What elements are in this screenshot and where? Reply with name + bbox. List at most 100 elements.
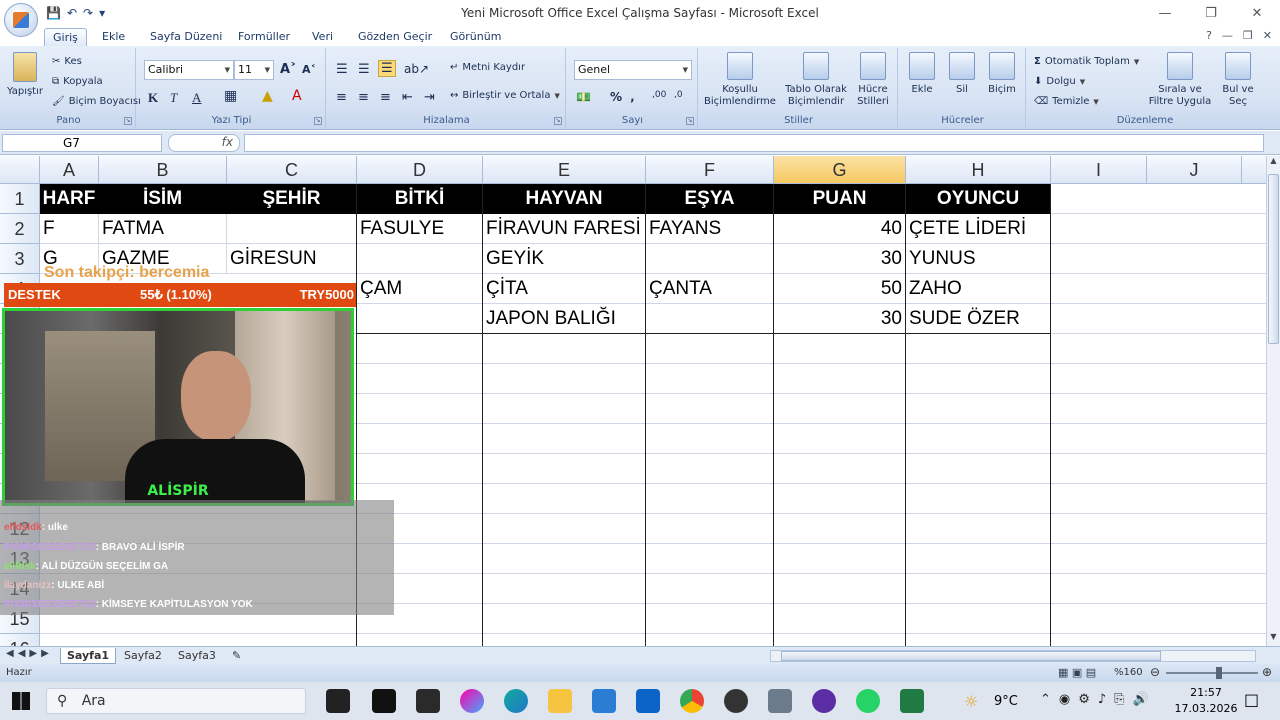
table-cell[interactable]	[646, 244, 774, 274]
tab-sayfa-duzeni[interactable]: Sayfa Düzeni	[142, 28, 230, 46]
tab-gozden-gecir[interactable]: Gözden Geçir	[350, 28, 440, 46]
tab-formuller[interactable]: Formüller	[230, 28, 298, 46]
shrink-font-icon[interactable]: A˂	[302, 63, 316, 76]
table-cell[interactable]: ZAHO	[906, 274, 1051, 304]
align-left-icon[interactable]: ≡	[336, 90, 347, 105]
column-header[interactable]: J	[1147, 156, 1242, 184]
restore-icon[interactable]: ❐	[1188, 0, 1234, 26]
table-header-cell[interactable]: HARF	[40, 184, 99, 214]
select-all-corner[interactable]	[0, 156, 40, 184]
horizontal-scrollbar[interactable]	[770, 650, 1256, 662]
close-icon[interactable]: ✕	[1234, 0, 1280, 26]
new-sheet-icon[interactable]: ✎	[226, 648, 247, 664]
sheet-tab-sayfa3[interactable]: Sayfa3	[172, 648, 222, 664]
percent-icon[interactable]: %	[610, 90, 622, 104]
underline-icon[interactable]: A	[192, 90, 201, 106]
column-header[interactable]	[1242, 156, 1266, 184]
formula-input[interactable]	[244, 134, 1264, 152]
table-cell[interactable]: ÇİTA	[483, 274, 646, 304]
clock-date[interactable]: 17.03.2026	[1172, 702, 1240, 715]
table-header-cell[interactable]: PUAN	[774, 184, 906, 214]
row-header[interactable]: 2	[0, 214, 40, 244]
dialog-launcher-icon[interactable]: ↘	[554, 117, 562, 125]
table-cell[interactable]: 30	[774, 244, 906, 274]
help-icon[interactable]: ?	[1206, 29, 1212, 42]
tab-ekle[interactable]: Ekle	[94, 28, 133, 46]
font-name-select[interactable]: Calibri ▼	[144, 60, 234, 80]
taskbar-search[interactable]: ⚲ Ara	[46, 688, 306, 714]
zoom-slider-thumb[interactable]	[1216, 667, 1222, 679]
table-cell[interactable]: 50	[774, 274, 906, 304]
column-header[interactable]: A	[40, 156, 99, 184]
format-as-table-button[interactable]: Tablo Olarak Biçimlendir	[780, 52, 852, 108]
table-cell[interactable]: ÇETE LİDERİ	[906, 214, 1051, 244]
table-cell[interactable]: GEYİK	[483, 244, 646, 274]
table-cell[interactable]: FASULYE	[357, 214, 483, 244]
find-select-button[interactable]: Bul ve Seç	[1218, 52, 1258, 108]
tab-gorunum[interactable]: Görünüm	[442, 28, 509, 46]
decrease-decimal-icon[interactable]: ,0	[674, 90, 683, 100]
vertical-scrollbar[interactable]: ▲ ▼	[1266, 156, 1280, 646]
name-box[interactable]: G7	[2, 134, 162, 152]
row-header[interactable]: 3	[0, 244, 40, 274]
cell-styles-button[interactable]: Hücre Stilleri	[852, 52, 894, 108]
align-middle-icon[interactable]: ☰	[358, 62, 370, 77]
increase-decimal-icon[interactable]: ,00	[652, 90, 666, 100]
table-header-cell[interactable]: BİTKİ	[357, 184, 483, 214]
minimize-icon[interactable]: —	[1142, 0, 1188, 26]
edge-icon[interactable]	[504, 689, 528, 713]
paste-button[interactable]: Yapıştır	[6, 52, 44, 98]
table-header-cell[interactable]: EŞYA	[646, 184, 774, 214]
increase-indent-icon[interactable]: ⇥	[424, 90, 435, 105]
table-cell[interactable]: GİRESUN	[227, 244, 357, 274]
column-header[interactable]: D	[357, 156, 483, 184]
clear-button[interactable]: ⌫ Temizle ▼	[1034, 96, 1099, 107]
store-icon[interactable]	[592, 689, 616, 713]
outlook-icon[interactable]	[636, 689, 660, 713]
whatsapp-icon[interactable]	[856, 689, 880, 713]
fill-button[interactable]: ⬇ Dolgu ▼	[1034, 76, 1085, 87]
table-cell[interactable]: ÇAM	[357, 274, 483, 304]
sheet-tab-sayfa1[interactable]: Sayfa1	[60, 648, 117, 664]
function-icon[interactable]: fx	[168, 134, 240, 152]
sheet-nav-icon[interactable]: ◀◀▶▶	[6, 648, 53, 659]
format-cells-button[interactable]: Biçim	[984, 52, 1020, 96]
column-header[interactable]: H	[906, 156, 1051, 184]
insert-cells-button[interactable]: Ekle	[904, 52, 940, 96]
cut-button[interactable]: ✂ Kes	[52, 56, 82, 67]
task-view-icon[interactable]	[326, 689, 350, 713]
tab-giris[interactable]: Giriş	[44, 28, 87, 46]
dialog-launcher-icon[interactable]: ↘	[686, 117, 694, 125]
table-cell[interactable]	[646, 304, 774, 334]
table-header-cell[interactable]: İSİM	[99, 184, 227, 214]
excel-icon[interactable]	[900, 689, 924, 713]
column-header-selected[interactable]: G	[774, 156, 906, 184]
table-cell[interactable]	[357, 304, 483, 334]
currency-icon[interactable]: 💵	[576, 90, 591, 104]
conditional-formatting-button[interactable]: Koşullu Biçimlendirme	[704, 52, 776, 108]
table-cell[interactable]	[357, 244, 483, 274]
table-cell[interactable]: F	[40, 214, 99, 244]
column-header[interactable]: C	[227, 156, 357, 184]
italic-icon[interactable]: T	[170, 90, 177, 106]
table-header-cell[interactable]: ŞEHİR	[227, 184, 357, 214]
ribbon-minimize-icon[interactable]: —	[1222, 29, 1233, 42]
column-header[interactable]: B	[99, 156, 227, 184]
column-header[interactable]: E	[483, 156, 646, 184]
grow-font-icon[interactable]: A˃	[280, 62, 297, 77]
notification-icon[interactable]: □	[1244, 690, 1259, 709]
copy-button[interactable]: ⧉ Kopyala	[52, 76, 103, 87]
borders-icon[interactable]: ▦	[224, 88, 237, 104]
copilot-icon[interactable]	[460, 689, 484, 713]
number-format-select[interactable]: Genel ▼	[574, 60, 692, 80]
table-header-cell[interactable]: OYUNCU	[906, 184, 1051, 214]
fill-color-icon[interactable]: ▲	[262, 88, 273, 104]
zoom-in-icon[interactable]: ⊕	[1262, 665, 1272, 679]
table-cell[interactable]: JAPON BALIĞI	[483, 304, 646, 334]
autosum-button[interactable]: Σ Otomatik Toplam ▼	[1034, 56, 1139, 67]
tiktok-icon[interactable]	[372, 689, 396, 713]
decrease-indent-icon[interactable]: ⇤	[402, 90, 413, 105]
view-normal-icon[interactable]: ▦ ▣ ▤	[1058, 666, 1096, 679]
scrollbar-thumb[interactable]	[1268, 174, 1279, 344]
column-header[interactable]: I	[1051, 156, 1147, 184]
